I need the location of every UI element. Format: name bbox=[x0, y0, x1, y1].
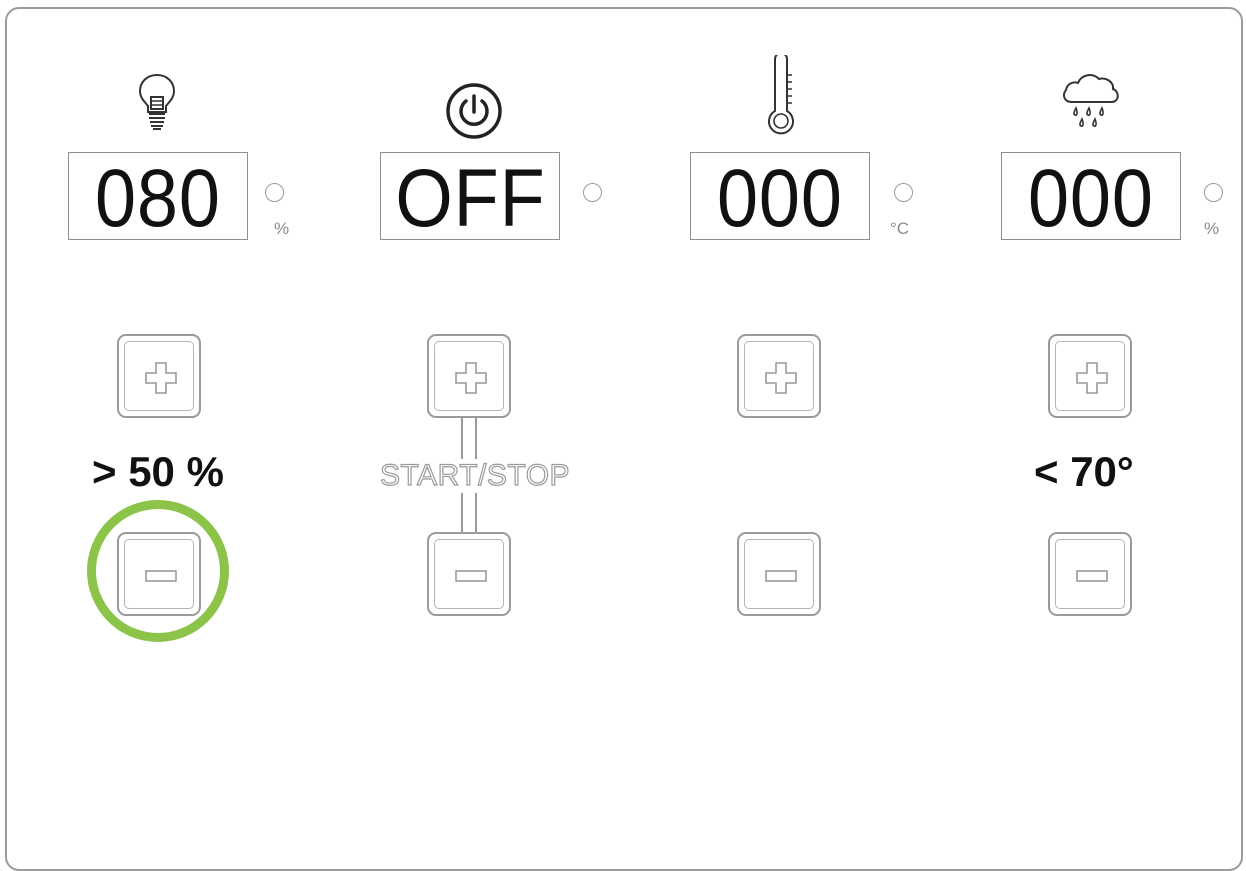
rain-cloud-icon bbox=[1058, 68, 1124, 141]
start-stop-label: START/STOP bbox=[378, 458, 573, 493]
power-display: OFF bbox=[380, 152, 560, 240]
humidity-display: 000 bbox=[1001, 152, 1181, 240]
plus-icon bbox=[455, 362, 487, 394]
temperature-plus-button[interactable] bbox=[737, 334, 821, 418]
temperature-display: 000 bbox=[690, 152, 870, 240]
minus-icon bbox=[1076, 570, 1108, 582]
plus-icon bbox=[145, 362, 177, 394]
minus-icon bbox=[145, 570, 177, 582]
thermometer-icon bbox=[763, 52, 799, 142]
humidity-plus-button[interactable] bbox=[1048, 334, 1132, 418]
light-bulb-icon bbox=[136, 72, 178, 141]
humidity-unit-label: % bbox=[1204, 219, 1220, 238]
humidity-minus-button[interactable] bbox=[1048, 532, 1132, 616]
light-display: 080 bbox=[68, 152, 248, 240]
power-plus-button[interactable] bbox=[427, 334, 511, 418]
power-status-led bbox=[583, 183, 602, 202]
temperature-status-led bbox=[894, 183, 913, 202]
minus-icon bbox=[455, 570, 487, 582]
power-minus-button[interactable] bbox=[427, 532, 511, 616]
light-threshold-label: > 50 % bbox=[92, 448, 224, 495]
light-unit-label: % bbox=[274, 219, 290, 238]
light-plus-button[interactable] bbox=[117, 334, 201, 418]
plus-icon bbox=[1076, 362, 1108, 394]
light-status-led bbox=[265, 183, 284, 202]
light-minus-button[interactable] bbox=[117, 532, 201, 616]
temperature-minus-button[interactable] bbox=[737, 532, 821, 616]
humidity-status-led bbox=[1204, 183, 1223, 202]
minus-icon bbox=[765, 570, 797, 582]
temperature-unit-label: °C bbox=[890, 219, 910, 238]
humidity-threshold-label: < 70° bbox=[1034, 448, 1134, 495]
plus-icon bbox=[765, 362, 797, 394]
power-icon bbox=[444, 81, 504, 146]
